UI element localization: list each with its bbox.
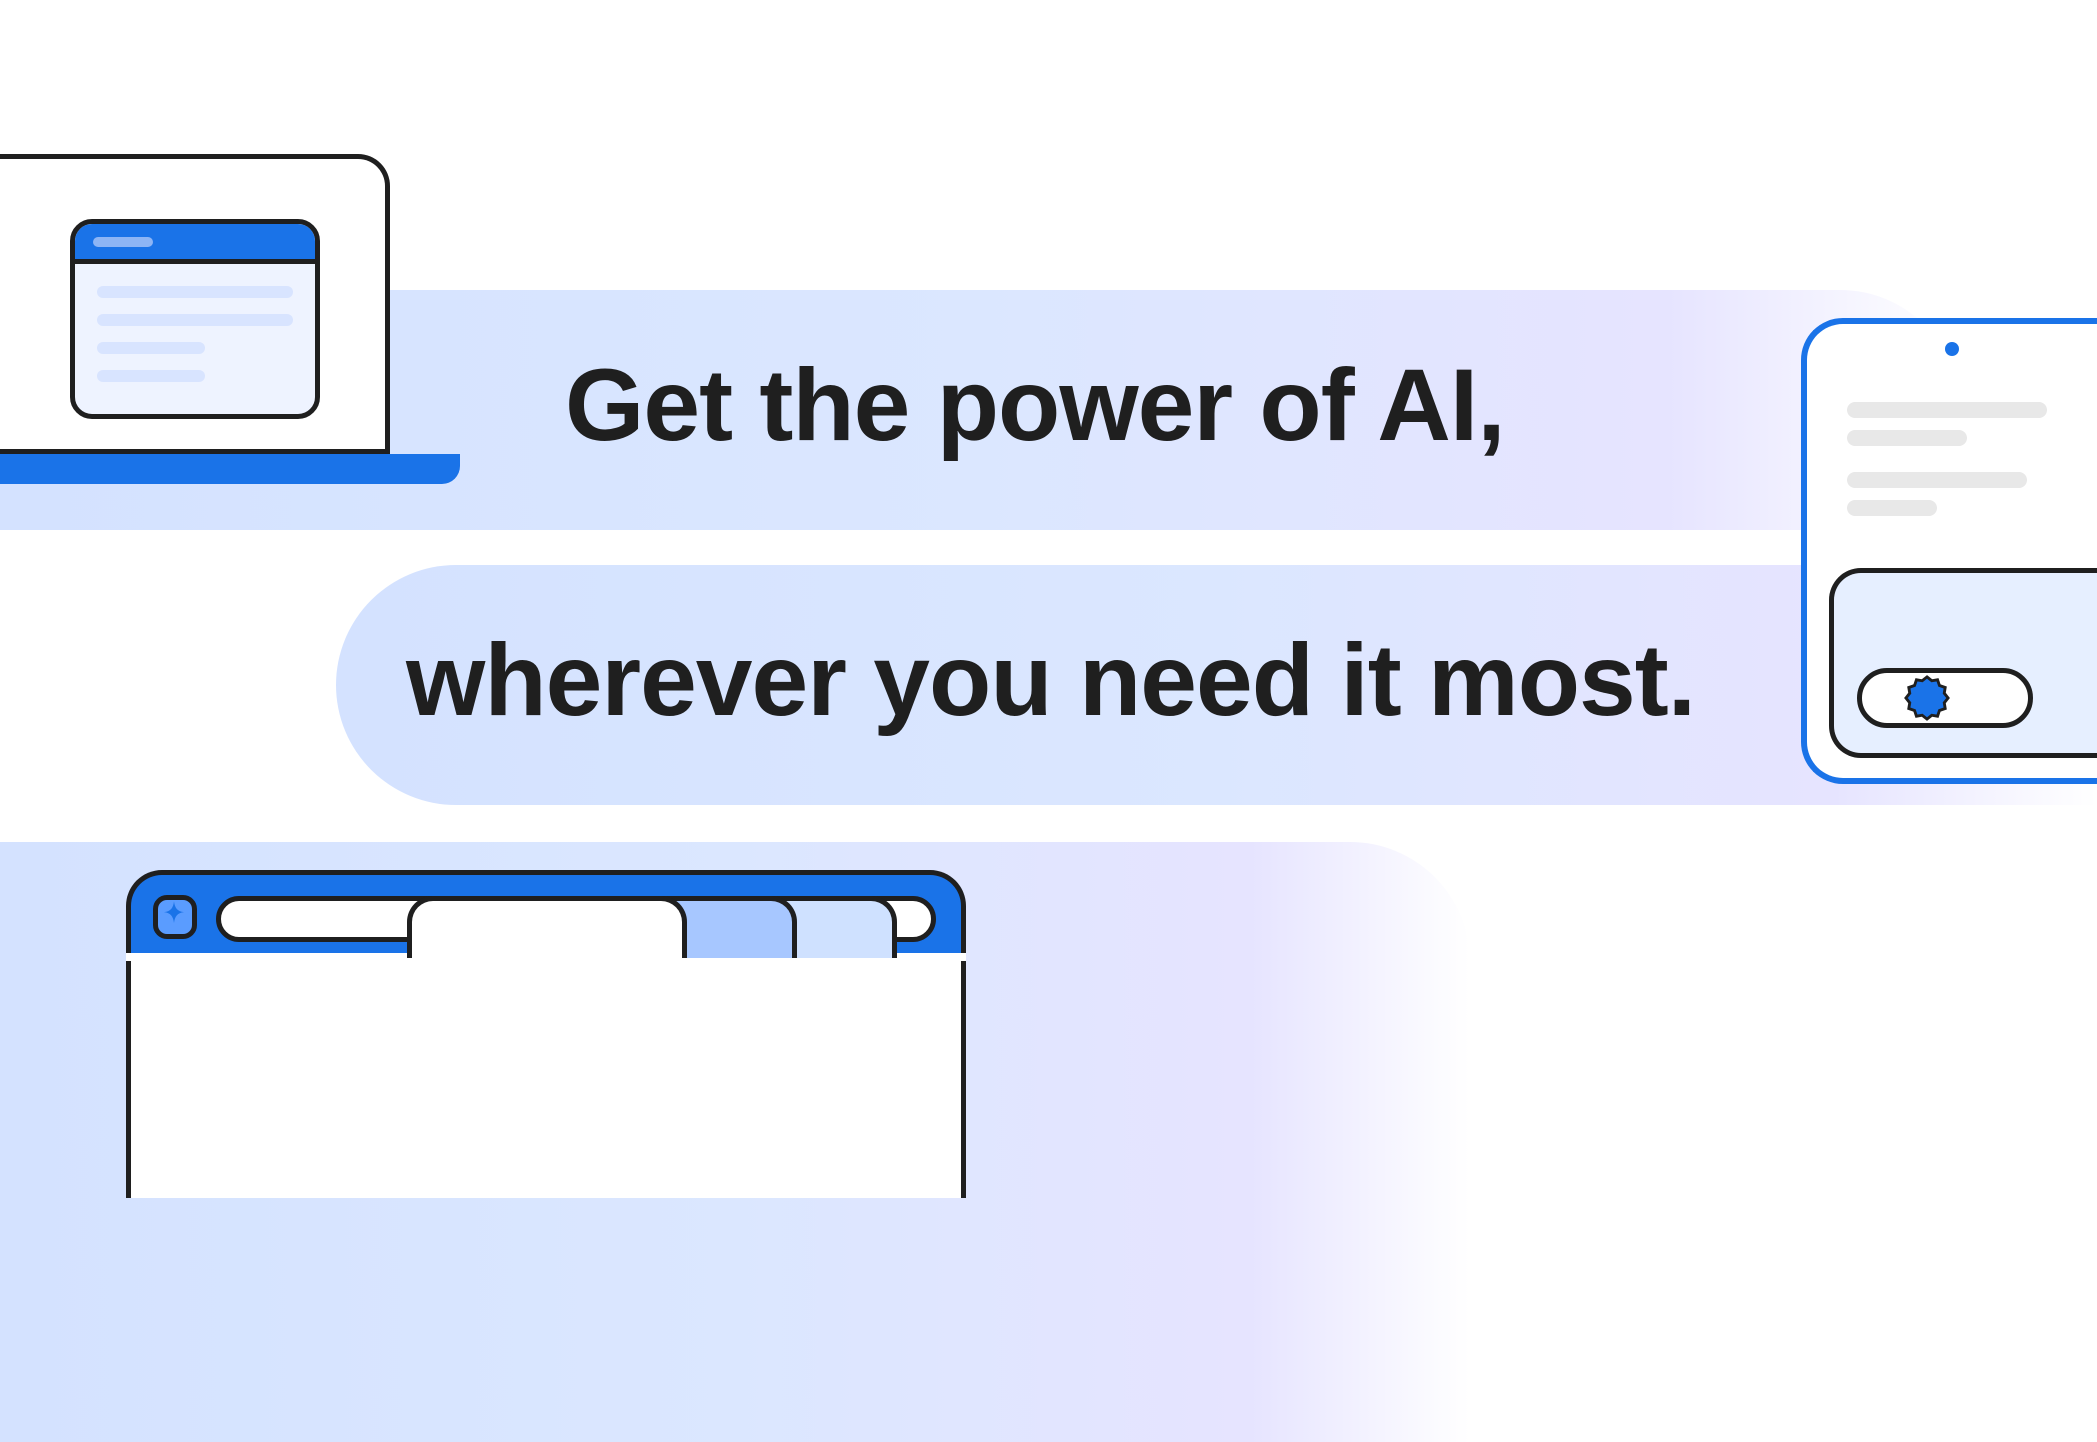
placeholder-line bbox=[1847, 500, 1937, 516]
placeholder-line bbox=[1847, 402, 2047, 418]
badge-seal-icon bbox=[1904, 675, 1950, 721]
placeholder-line bbox=[97, 286, 293, 298]
placeholder-line bbox=[1847, 430, 1967, 446]
promo-stage: Get the power of AI, wherever you need i… bbox=[0, 0, 2097, 1182]
app-titlebar bbox=[75, 224, 315, 264]
app-window-icon bbox=[70, 219, 320, 419]
placeholder-line bbox=[97, 370, 205, 382]
browser-toolbar bbox=[126, 958, 966, 1198]
placeholder-line bbox=[97, 342, 205, 354]
browser-tab-active bbox=[407, 896, 687, 958]
laptop-base bbox=[0, 454, 460, 484]
titlebar-chip bbox=[93, 237, 153, 247]
headline-line-1: Get the power of AI, bbox=[565, 347, 1505, 464]
toggle-pill bbox=[1857, 668, 2033, 728]
sparkle-icon bbox=[154, 898, 194, 938]
browser-illustration bbox=[126, 870, 966, 1198]
placeholder-line bbox=[97, 314, 293, 326]
phone-bottom-panel bbox=[1829, 568, 2097, 758]
phone-illustration bbox=[1801, 318, 2097, 784]
app-body bbox=[75, 264, 315, 419]
headline-line-2: wherever you need it most. bbox=[406, 622, 1695, 739]
phone-camera-icon bbox=[1945, 342, 1959, 356]
laptop-illustration bbox=[0, 154, 460, 494]
laptop-screen bbox=[0, 154, 390, 454]
placeholder-line bbox=[1847, 472, 2027, 488]
